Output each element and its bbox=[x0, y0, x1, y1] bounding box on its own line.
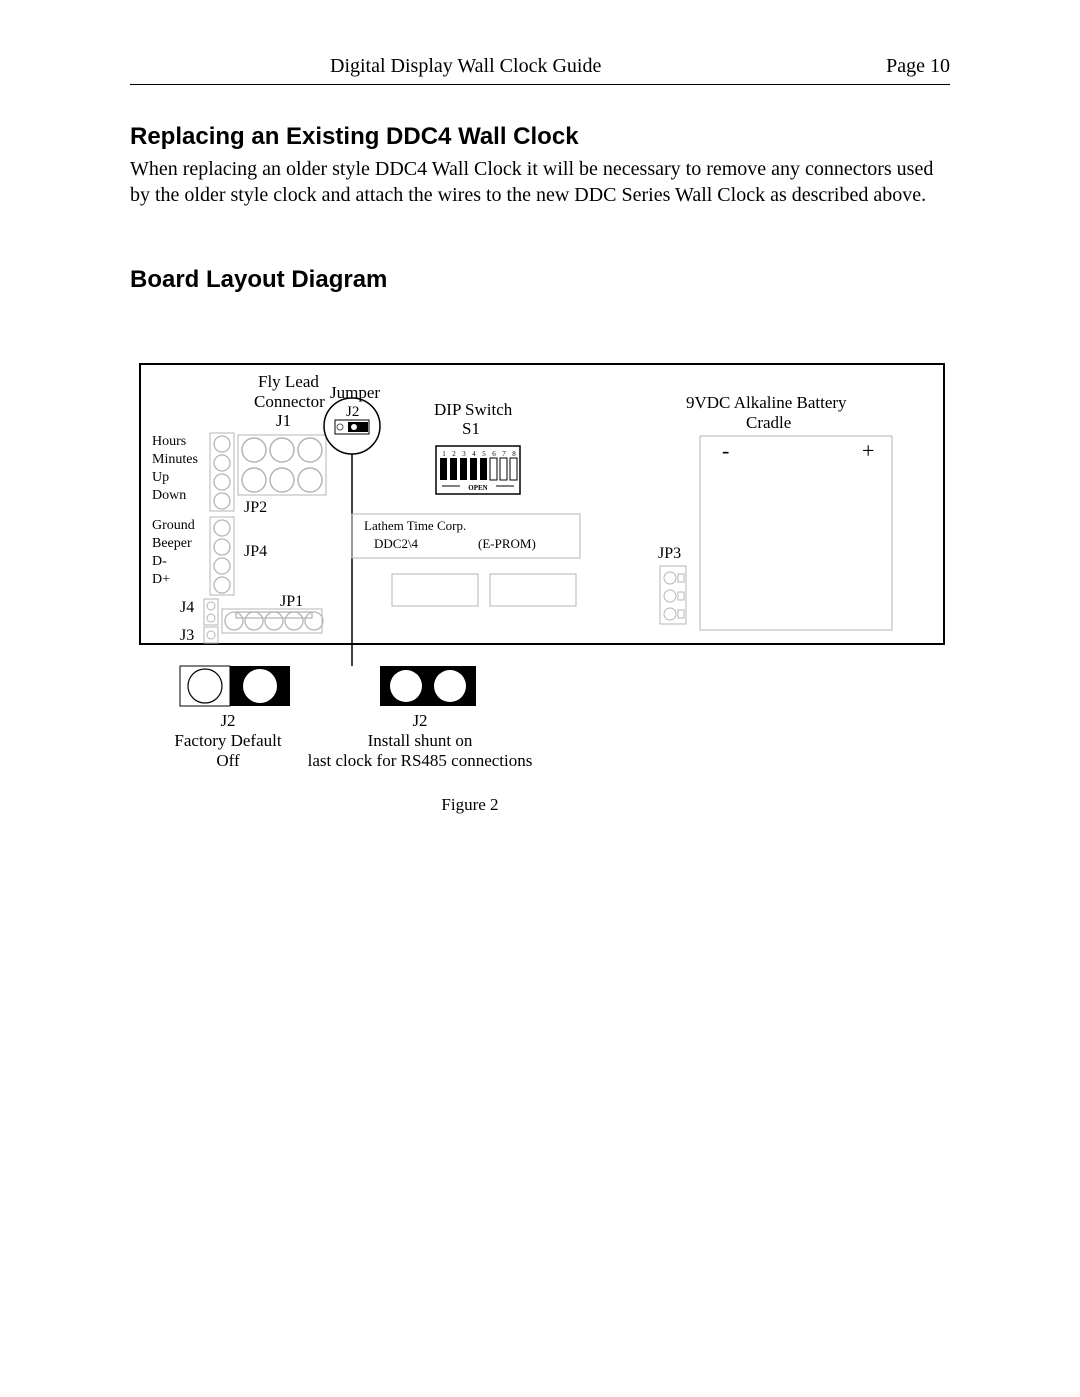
svg-text:DIP Switch: DIP Switch bbox=[434, 400, 513, 419]
svg-text:Figure 2: Figure 2 bbox=[441, 795, 498, 814]
board-layout-diagram: Hours Minutes Up Down Ground Beeper D- D… bbox=[130, 316, 950, 821]
svg-text:Minutes: Minutes bbox=[152, 452, 198, 467]
svg-text:Cradle: Cradle bbox=[746, 413, 791, 432]
svg-text:Lathem Time Corp.: Lathem Time Corp. bbox=[364, 518, 466, 533]
svg-text:J2: J2 bbox=[412, 711, 427, 730]
svg-text:J2: J2 bbox=[220, 711, 235, 730]
svg-text:J3: J3 bbox=[180, 627, 194, 644]
svg-text:Off: Off bbox=[216, 751, 240, 770]
svg-text:JP1: JP1 bbox=[280, 593, 303, 610]
svg-text:-: - bbox=[722, 438, 729, 463]
svg-text:JP2: JP2 bbox=[244, 499, 267, 516]
header-title: Digital Display Wall Clock Guide bbox=[330, 55, 601, 78]
svg-text:J2: J2 bbox=[346, 404, 359, 420]
svg-text:Ground: Ground bbox=[152, 518, 195, 533]
svg-text:D+: D+ bbox=[152, 572, 170, 587]
svg-text:JP3: JP3 bbox=[658, 545, 681, 562]
svg-text:2: 2 bbox=[452, 450, 456, 458]
svg-text:6: 6 bbox=[492, 450, 496, 458]
svg-text:D-: D- bbox=[152, 554, 167, 569]
svg-text:Fly Lead: Fly Lead bbox=[258, 372, 319, 391]
svg-text:J1: J1 bbox=[276, 411, 291, 430]
svg-text:Beeper: Beeper bbox=[152, 536, 192, 551]
svg-text:Up: Up bbox=[152, 470, 169, 485]
svg-text:9VDC Alkaline Battery: 9VDC Alkaline Battery bbox=[686, 393, 847, 412]
svg-text:DDC2\4: DDC2\4 bbox=[374, 536, 419, 551]
section1-heading: Replacing an Existing DDC4 Wall Clock bbox=[130, 123, 950, 151]
svg-text:(E-PROM): (E-PROM) bbox=[478, 536, 536, 551]
header-page: Page 10 bbox=[886, 55, 950, 78]
svg-text:+: + bbox=[862, 438, 874, 463]
svg-text:J4: J4 bbox=[180, 599, 194, 616]
svg-text:OPEN: OPEN bbox=[468, 484, 487, 492]
svg-text:4: 4 bbox=[472, 450, 476, 458]
svg-text:Connector: Connector bbox=[254, 392, 325, 411]
svg-text:5: 5 bbox=[482, 450, 486, 458]
header-rule bbox=[130, 84, 950, 85]
svg-text:last clock for RS485 connectio: last clock for RS485 connections bbox=[308, 751, 533, 770]
svg-text:JP4: JP4 bbox=[244, 543, 267, 560]
svg-text:Factory Default: Factory Default bbox=[174, 731, 281, 750]
svg-text:Install shunt on: Install shunt on bbox=[368, 731, 473, 750]
section2-heading: Board Layout Diagram bbox=[130, 266, 950, 294]
svg-text:Hours: Hours bbox=[152, 434, 186, 449]
svg-text:S1: S1 bbox=[462, 419, 480, 438]
svg-text:3: 3 bbox=[462, 450, 466, 458]
svg-text:Down: Down bbox=[152, 488, 186, 503]
svg-text:1: 1 bbox=[442, 450, 446, 458]
svg-text:Jumper: Jumper bbox=[330, 383, 380, 402]
svg-text:7: 7 bbox=[502, 450, 506, 458]
svg-text:8: 8 bbox=[512, 450, 516, 458]
section1-body: When replacing an older style DDC4 Wall … bbox=[130, 157, 950, 208]
